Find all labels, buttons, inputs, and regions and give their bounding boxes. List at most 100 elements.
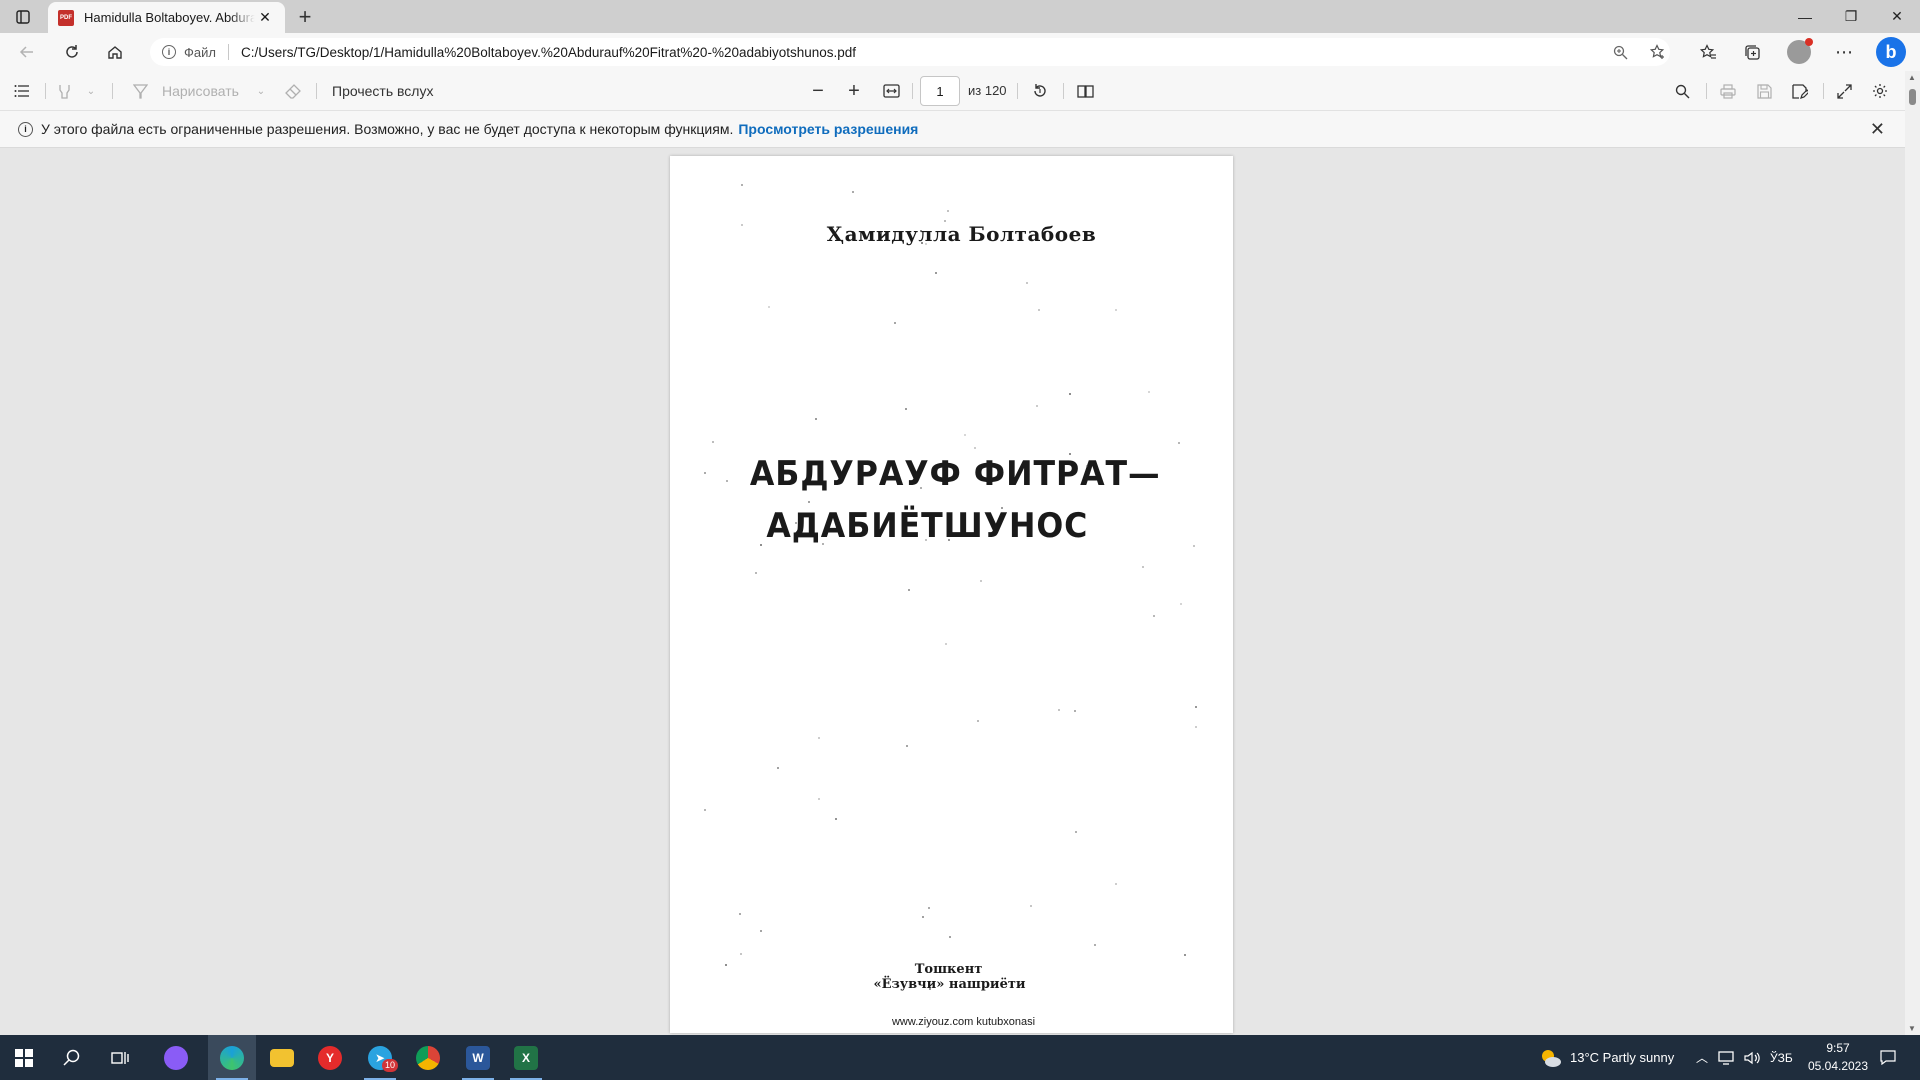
new-tab-button[interactable]: + [292, 4, 318, 29]
scan-speck [818, 797, 821, 800]
scroll-down-arrow-icon[interactable]: ▼ [1908, 1024, 1916, 1033]
fit-to-width-button[interactable] [879, 79, 903, 103]
show-hidden-icons-button[interactable]: ︿ [1696, 1035, 1708, 1080]
erase-button[interactable] [282, 79, 304, 103]
tab-close-button[interactable]: ✕ [255, 8, 275, 28]
view-permissions-link[interactable]: Просмотреть разрешения [738, 121, 918, 137]
draw-icon-button[interactable] [130, 79, 150, 103]
scan-speck [777, 767, 780, 769]
scan-speck [768, 305, 771, 308]
scan-speck [1058, 709, 1061, 712]
page-view-button[interactable] [1073, 79, 1097, 103]
scrollbar-thumb[interactable] [1909, 89, 1916, 105]
tab-actions-button[interactable] [12, 6, 34, 28]
omnibox[interactable]: i Файл C:/Users/TG/Desktop/1/Hamidulla%2… [150, 38, 1670, 66]
scan-speck [1153, 614, 1156, 617]
infobar-close-button[interactable]: ✕ [1870, 119, 1885, 140]
chevron-up-icon: ︿ [1696, 1051, 1709, 1065]
taskbar-explorer-button[interactable] [258, 1035, 306, 1080]
refresh-button[interactable] [57, 38, 87, 66]
omnibox-divider [227, 44, 229, 60]
scan-speck [754, 572, 757, 575]
highlight-button[interactable] [54, 79, 74, 103]
taskbar-chrome-button[interactable] [404, 1035, 452, 1080]
scan-speck [977, 720, 980, 723]
save-button[interactable] [1752, 79, 1776, 103]
bing-chat-button[interactable]: b [1876, 37, 1906, 67]
windows-logo-icon [15, 1048, 33, 1067]
book-title-line-1: АБДУРАУФ ФИТРАТ— [749, 454, 1161, 494]
network-button[interactable] [1718, 1035, 1734, 1080]
scan-speck [906, 744, 909, 747]
taskbar-clock[interactable]: 9:57 05.04.2023 [1803, 1039, 1873, 1075]
scan-speck [815, 417, 818, 420]
notifications-button[interactable] [1880, 1035, 1896, 1080]
volume-button[interactable] [1744, 1035, 1760, 1080]
rotate-button[interactable] [1028, 79, 1052, 103]
add-favorite-button[interactable] [1644, 38, 1672, 66]
taskbar-search-button[interactable] [48, 1035, 96, 1080]
zoom-button[interactable] [1606, 38, 1634, 66]
start-button[interactable] [0, 1035, 48, 1080]
scan-speck [973, 446, 976, 449]
save-as-button[interactable] [1788, 79, 1812, 103]
scan-speck [739, 953, 742, 956]
scan-speck [894, 322, 897, 325]
tab-actions-icon [16, 10, 30, 24]
settings-more-button[interactable]: ⋯ [1830, 38, 1858, 66]
highlight-dropdown[interactable]: ⌄ [84, 79, 98, 103]
taskbar-alice-button[interactable] [152, 1035, 200, 1080]
save-disk-icon [1756, 83, 1772, 99]
url-text[interactable]: C:/Users/TG/Desktop/1/Hamidulla%20Boltab… [241, 45, 856, 60]
notification-icon [1880, 1050, 1896, 1065]
info-icon[interactable]: i [162, 45, 176, 59]
taskbar-yandex-button[interactable]: Y [306, 1035, 354, 1080]
scan-speck [920, 242, 923, 244]
taskbar-excel-button[interactable]: X [502, 1035, 550, 1080]
contents-button[interactable] [10, 79, 34, 103]
chevron-down-icon: ⌄ [86, 85, 96, 97]
pdf-settings-button[interactable] [1868, 79, 1892, 103]
pdf-viewer[interactable]: Ҳамидулла Болтабоев АБДУРАУФ ФИТРАТ— АДА… [0, 148, 1905, 1035]
word-icon: W [466, 1045, 490, 1070]
favorites-button[interactable] [1694, 38, 1722, 66]
pdf-page: Ҳамидулла Болтабоев АБДУРАУФ ФИТРАТ— АДА… [670, 156, 1233, 1033]
browser-tab[interactable]: PDF Hamidulla Boltaboyev. Abdurauf Fitra… [48, 2, 285, 33]
find-button[interactable] [1670, 79, 1694, 103]
fullscreen-button[interactable] [1832, 79, 1856, 103]
scan-speck [1035, 404, 1038, 407]
scan-speck [980, 580, 983, 583]
weather-widget[interactable]: 13°C Partly sunny [1540, 1035, 1674, 1080]
taskbar-edge-button[interactable] [208, 1035, 256, 1080]
page-number-input[interactable]: 1 [920, 76, 960, 106]
scan-speck [807, 500, 810, 503]
print-button[interactable] [1716, 79, 1740, 103]
draw-button[interactable]: Нарисовать [162, 79, 239, 103]
scan-speck [1093, 943, 1096, 946]
chevron-down-icon: ⌄ [256, 85, 266, 97]
task-view-button[interactable] [96, 1035, 144, 1080]
zoom-out-button[interactable]: − [806, 79, 830, 103]
read-aloud-button[interactable]: Прочесть вслух [332, 79, 433, 103]
collections-button[interactable] [1738, 38, 1766, 66]
zoom-in-button[interactable]: + [842, 79, 866, 103]
taskbar-telegram-button[interactable]: ➤ 10 [356, 1035, 404, 1080]
toolbar-divider [316, 83, 317, 99]
taskbar-word-button[interactable]: W [454, 1035, 502, 1080]
draw-dropdown[interactable]: ⌄ [254, 79, 268, 103]
pdf-toolbar: ⌄ Нарисовать ⌄ Прочесть вслух − + [0, 71, 1920, 111]
restore-button[interactable]: ❐ [1828, 0, 1874, 33]
scan-speck [852, 191, 855, 194]
home-button[interactable] [100, 38, 130, 66]
minimize-button[interactable]: — [1782, 0, 1828, 33]
book-title: АБДУРАУФ ФИТРАТ— АДАБИЁТШУНОС [690, 448, 1214, 552]
close-window-button[interactable]: ✕ [1874, 0, 1920, 33]
vertical-scrollbar[interactable]: ▲ ▼ [1905, 71, 1920, 1035]
scroll-up-arrow-icon[interactable]: ▲ [1908, 73, 1916, 82]
back-arrow-icon [19, 46, 33, 58]
scan-speck [1068, 392, 1071, 395]
profile-avatar[interactable] [1787, 38, 1813, 64]
input-language-button[interactable]: ЎЗБ [1770, 1035, 1793, 1080]
gear-icon [1873, 84, 1887, 98]
back-button[interactable] [12, 38, 42, 66]
